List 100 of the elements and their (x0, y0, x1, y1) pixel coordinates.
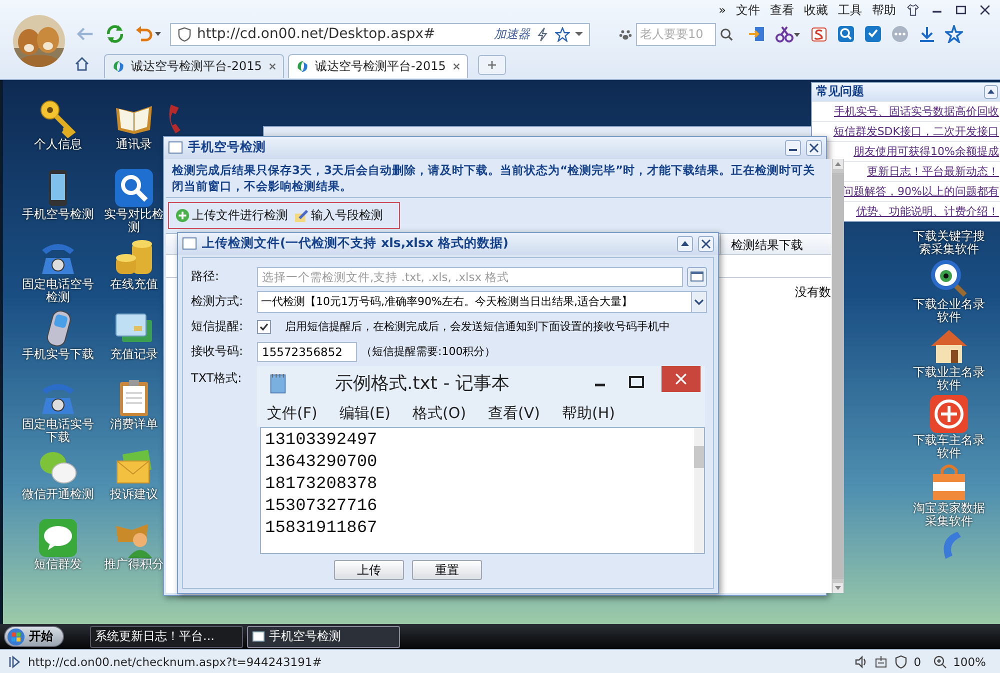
taskbar-button[interactable]: 手机空号检测 (247, 626, 400, 648)
close-icon[interactable] (268, 62, 277, 71)
pencil-icon (294, 208, 309, 223)
scissors-icon[interactable] (775, 25, 801, 43)
close-icon[interactable] (978, 3, 992, 17)
text-line: 18173208378 (265, 474, 378, 496)
site-logo-icon (111, 59, 126, 74)
faq-link[interactable]: 更新日志！平台最新动态！ (867, 164, 999, 179)
field-label: 路径: (191, 268, 220, 286)
minimize-icon[interactable] (785, 140, 801, 156)
desktop-icon-label[interactable]: 下载企业名录软件 (911, 298, 987, 324)
menu-item[interactable]: 工具 (838, 2, 862, 18)
menu-item[interactable]: 收藏 (804, 2, 828, 18)
accelerator-link[interactable]: 加速器 (494, 26, 530, 42)
menu-item[interactable]: 编辑(E) (339, 404, 391, 423)
sms-checkbox[interactable] (257, 320, 271, 334)
menu-item[interactable]: 文件(F) (267, 404, 318, 423)
taskbar-button[interactable]: 系统更新日志！平台... (90, 626, 243, 648)
download-icon[interactable] (918, 25, 936, 43)
magnifier-icon[interactable] (837, 25, 855, 43)
home-icon[interactable] (74, 56, 90, 72)
empty-message: 没有数 (795, 284, 831, 301)
desktop-icon-label[interactable]: 个人信息 (34, 138, 82, 151)
shirt-icon[interactable] (906, 3, 920, 17)
dialog-button[interactable]: 重置 (412, 560, 482, 580)
panel-title: 常见问题 (816, 83, 864, 100)
eye-magnifier-icon (929, 258, 969, 298)
menu-item[interactable]: 帮助(H) (562, 404, 615, 423)
field-label: 检测方式: (191, 293, 244, 310)
desktop-icon-label[interactable]: 下载业主名录软件 (911, 366, 987, 392)
letter-s-icon[interactable] (810, 25, 828, 43)
desktop-icon-label[interactable]: 消费详单 (110, 418, 158, 431)
speaker-icon[interactable] (854, 654, 868, 669)
menu-item[interactable]: 帮助 (872, 2, 896, 18)
desktop-icon-label[interactable]: 固定电话空号检测 (18, 278, 98, 304)
desktop-icon-label[interactable]: 下载车主名录软件 (911, 434, 987, 460)
address-bar[interactable]: http://cd.on00.net/Desktop.aspx# 加速器 (170, 22, 590, 46)
star-icon[interactable] (555, 26, 570, 42)
faq-link[interactable]: 朋友使用可获得10%余额提成 (854, 144, 999, 159)
sidebar-toggle-icon[interactable] (8, 654, 22, 669)
star-icon[interactable] (945, 25, 963, 43)
shield-icon (177, 26, 192, 42)
tab-label: 诚达空号检测平台-2015 (315, 58, 447, 75)
windows-logo-icon (7, 628, 25, 646)
desktop-icon-label[interactable]: 下载关键字搜索采集软件 (911, 230, 987, 256)
menu-item[interactable]: 查看 (770, 2, 794, 18)
plus-icon (487, 60, 497, 70)
toolbar-button[interactable]: 输入号段检测 (292, 206, 385, 225)
lightning-icon[interactable] (535, 26, 550, 42)
text-line: 15831911867 (265, 518, 378, 540)
key-icon (38, 98, 78, 138)
status-url: http://cd.on00.net/checknum.aspx?t=944243191# (28, 654, 322, 669)
maximize-icon[interactable] (954, 3, 968, 17)
collapse-icon[interactable] (677, 236, 693, 252)
login-icon[interactable] (748, 25, 766, 43)
faq-link[interactable]: 短信群发SDK接口，二次开发接口 (833, 124, 999, 139)
field-label: 短信提醒: (191, 318, 244, 336)
desktop-icon-label[interactable]: 手机空号检测 (22, 208, 94, 221)
text-line: 13643290700 (265, 452, 378, 474)
start-button[interactable]: 开始 (4, 626, 64, 648)
dialog-button[interactable]: 上传 (334, 560, 404, 580)
shield-icon[interactable] (894, 654, 908, 669)
notice-text: 检测完成后结果只保存3天，3天后会自动删除，请及时下载。当前状态为“检测完毕”时，才能下载结果。正在检测时可关闭当前窗口，不会影响检测结果。 (166, 158, 831, 198)
scroll-down-icon[interactable] (833, 582, 843, 593)
menu-item[interactable]: 文件 (736, 2, 760, 18)
search-field[interactable]: 老人要要10 (636, 22, 716, 46)
browser-tab[interactable]: 诚达空号检测平台-2015 (104, 54, 284, 78)
path-field[interactable]: 选择一个需检测文件,支持 .txt, .xls, .xlsx 格式 (257, 266, 683, 287)
phone-field[interactable]: 15572356852 (257, 342, 357, 362)
faq-link[interactable]: 优势、功能说明、计费介绍！ (856, 204, 999, 219)
method-dropdown[interactable]: 一代检测【10元1万号码,准确率90%左右。今天检测当日出结果,适合大量】 (257, 290, 707, 313)
desktop-icon-label[interactable]: 通讯录 (116, 138, 152, 151)
window-icon (168, 140, 183, 156)
dropdown-value: 一代检测【10元1万号码,准确率90%左右。今天检测当日出结果,适合大量】 (260, 294, 634, 310)
scroll-up-icon[interactable] (833, 158, 843, 169)
close-icon[interactable] (806, 140, 822, 156)
collapse-icon[interactable] (984, 84, 998, 99)
desktop-icon-label[interactable]: 充值记录 (110, 348, 158, 361)
close-icon[interactable] (698, 236, 714, 252)
plus-circle-icon (175, 208, 190, 223)
desktop-icon-label[interactable]: 在线充值 (110, 278, 158, 291)
menu-item[interactable]: 查看(V) (488, 404, 540, 423)
toolbar-button[interactable]: 上传文件进行检测 (173, 206, 290, 225)
menu-item[interactable]: 格式(O) (412, 404, 466, 423)
field-label: TXT格式: (191, 370, 243, 387)
refresh-icon[interactable] (104, 23, 126, 45)
network-icon[interactable] (874, 654, 888, 669)
browse-icon[interactable] (687, 266, 707, 287)
tab-label: 诚达空号检测平台-2015 (131, 58, 263, 75)
new-tab-button[interactable] (478, 55, 506, 75)
close-icon[interactable] (452, 62, 461, 71)
caret-icon[interactable] (575, 30, 583, 38)
search-icon[interactable] (719, 26, 734, 42)
desktop-icon-label[interactable]: 固定电话实号下载 (18, 418, 98, 444)
menu-item[interactable]: » (718, 3, 726, 17)
zoom-icon[interactable] (933, 654, 948, 669)
faq-link[interactable]: 手机实号、固话实号数据高价回收 (834, 104, 999, 119)
shield-count: 0 (914, 654, 922, 669)
desktop-icon-label[interactable]: 手机实号下载 (22, 348, 94, 361)
browser-tab[interactable]: 诚达空号检测平台-2015 (288, 54, 468, 78)
